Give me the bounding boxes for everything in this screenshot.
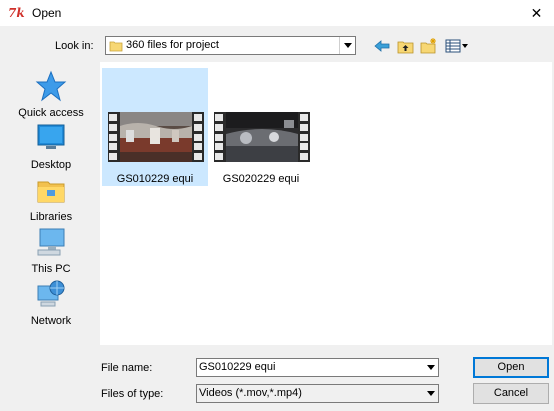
lookin-dropdown[interactable]: 360 files for project xyxy=(105,36,356,55)
title-bar xyxy=(0,0,554,26)
cancel-button[interactable]: Cancel xyxy=(473,383,549,404)
star-icon xyxy=(35,70,67,102)
desktop-icon xyxy=(37,124,65,149)
file-name-label: GS010229 equi xyxy=(116,173,194,185)
file-list[interactable]: GS010229 equi GS020229 equi xyxy=(100,62,552,345)
places-bar: Quick access Desktop Libraries This PC N… xyxy=(8,63,94,343)
lookin-value: 360 files for project xyxy=(126,39,219,51)
file-name-label: GS020229 equi xyxy=(222,173,300,185)
new-folder-icon[interactable] xyxy=(419,37,437,55)
place-label: Libraries xyxy=(29,211,73,223)
place-label: This PC xyxy=(31,263,71,275)
filename-value: GS010229 equi xyxy=(199,361,276,373)
place-label: Quick access xyxy=(18,107,84,119)
close-icon: ✕ xyxy=(530,4,543,21)
video-frame-icon xyxy=(226,112,298,162)
lookin-label: Look in: xyxy=(55,40,94,52)
filetype-dropdown[interactable]: Videos (*.mov,*.mp4) xyxy=(196,384,439,403)
filename-label: File name: xyxy=(101,362,153,374)
back-arrow-icon[interactable] xyxy=(373,37,391,55)
libraries-icon xyxy=(37,181,65,203)
chevron-down-icon[interactable] xyxy=(423,385,438,402)
place-label: Desktop xyxy=(30,159,72,171)
place-label: Network xyxy=(30,315,72,327)
app-icon: 7k xyxy=(8,6,25,20)
open-button[interactable]: Open xyxy=(473,357,549,378)
file-item[interactable]: GS010229 equi xyxy=(102,68,208,186)
window-title: Open xyxy=(32,6,62,20)
chevron-down-icon[interactable] xyxy=(423,359,438,376)
chevron-down-icon[interactable] xyxy=(339,37,355,54)
view-menu-icon[interactable] xyxy=(444,37,470,55)
filetype-value: Videos (*.mov,*.mp4) xyxy=(199,387,302,399)
filetype-label: Files of type: xyxy=(101,388,164,400)
video-thumbnail xyxy=(108,112,204,162)
video-frame-icon xyxy=(120,112,192,162)
video-thumbnail xyxy=(214,112,310,162)
computer-icon xyxy=(37,228,65,256)
filename-input[interactable]: GS010229 equi xyxy=(196,358,439,377)
file-item[interactable]: GS020229 equi xyxy=(208,68,314,186)
close-button[interactable]: ✕ xyxy=(519,0,554,26)
network-icon xyxy=(37,280,65,307)
folder-icon xyxy=(109,41,123,52)
up-folder-icon[interactable] xyxy=(396,37,414,55)
